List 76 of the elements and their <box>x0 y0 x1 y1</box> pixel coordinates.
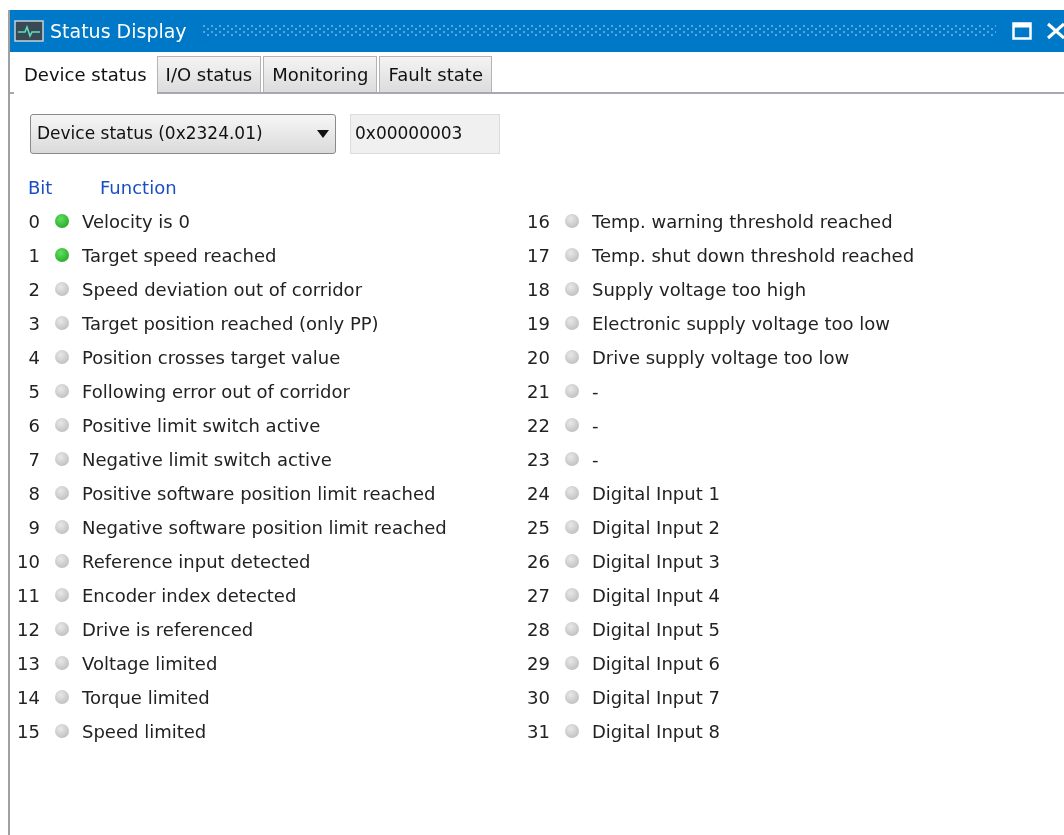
tab[interactable]: Fault state <box>379 56 492 92</box>
bit-function: Digital Input 6 <box>592 651 720 676</box>
bit-function: Digital Input 1 <box>592 481 720 506</box>
bit-number: 20 <box>526 345 551 370</box>
bit-function: Speed deviation out of corridor <box>82 277 363 302</box>
bit-number: 5 <box>27 379 41 404</box>
bit-number: 11 <box>16 583 41 608</box>
bit-function: Digital Input 4 <box>592 583 720 608</box>
bit-function: Torque limited <box>82 685 210 710</box>
bit-number: 17 <box>526 243 551 268</box>
bit-function: - <box>592 379 599 404</box>
bit-function: Digital Input 2 <box>592 515 720 540</box>
bit-number: 15 <box>16 719 41 744</box>
bit-function: Negative limit switch active <box>82 447 332 472</box>
bit-number: 12 <box>16 617 41 642</box>
bit-number: 7 <box>27 447 41 472</box>
bit-function: Supply voltage too high <box>592 277 807 302</box>
maximize-icon[interactable] <box>1012 22 1032 40</box>
tab[interactable]: Monitoring <box>263 56 378 92</box>
bit-number: 21 <box>526 379 551 404</box>
bit-function: Voltage limited <box>82 651 218 676</box>
bit-function: Negative software position limit reached <box>82 515 447 540</box>
bit-function: Drive is referenced <box>82 617 254 642</box>
bit-function: Target position reached (only PP) <box>82 311 379 336</box>
bit-number: 23 <box>526 447 551 472</box>
window-title: Status Display <box>50 18 187 44</box>
bit-number: 1 <box>27 243 41 268</box>
bit-function: Temp. shut down threshold reached <box>592 243 915 268</box>
bit-function: Target speed reached <box>82 243 277 268</box>
bit-number: 26 <box>526 549 551 574</box>
bit-number: 29 <box>526 651 551 676</box>
bit-number: 19 <box>526 311 551 336</box>
bit-number: 16 <box>526 209 551 234</box>
bit-function: - <box>592 413 599 438</box>
bit-number: 18 <box>526 277 551 302</box>
bit-number: 10 <box>16 549 41 574</box>
hex-value-field: 0x00000003 <box>350 114 500 154</box>
bit-function: Drive supply voltage too low <box>592 345 850 370</box>
bit-number: 24 <box>526 481 551 506</box>
bit-function: - <box>592 447 599 472</box>
bit-number: 25 <box>526 515 551 540</box>
bit-function: Positive software position limit reached <box>82 481 436 506</box>
register-dropdown[interactable]: Device status (0x2324.01) <box>30 114 336 154</box>
bit-number: 3 <box>27 311 41 336</box>
bit-function: Digital Input 5 <box>592 617 720 642</box>
column-header: Bit <box>28 176 54 200</box>
bit-function: Encoder index detected <box>82 583 297 608</box>
monitor-icon <box>14 20 44 42</box>
bit-number: 8 <box>27 481 41 506</box>
bit-function: Velocity is 0 <box>82 209 190 234</box>
bit-function: Digital Input 7 <box>592 685 720 710</box>
column-header: Function <box>100 176 177 200</box>
bit-number: 22 <box>526 413 551 438</box>
bit-number: 0 <box>27 209 41 234</box>
bit-number: 31 <box>526 719 551 744</box>
bit-function: Positive limit switch active <box>82 413 321 438</box>
bit-function: Speed limited <box>82 719 207 744</box>
bit-function: Electronic supply voltage too low <box>592 311 890 336</box>
bit-number: 27 <box>526 583 551 608</box>
bit-function: Following error out of corridor <box>82 379 350 404</box>
close-icon[interactable] <box>1046 22 1064 40</box>
bit-function: Digital Input 3 <box>592 549 720 574</box>
bit-function: Reference input detected <box>82 549 311 574</box>
caret-icon <box>317 130 329 138</box>
bit-number: 14 <box>16 685 41 710</box>
bit-number: 6 <box>27 413 41 438</box>
bit-number: 9 <box>27 515 41 540</box>
bit-number: 2 <box>27 277 41 302</box>
tab[interactable]: I/O status <box>156 56 262 92</box>
bit-function: Temp. warning threshold reached <box>592 209 893 234</box>
bit-function: Position crosses target value <box>82 345 341 370</box>
bit-number: 13 <box>16 651 41 676</box>
bit-number: 30 <box>526 685 551 710</box>
bit-number: 4 <box>27 345 41 370</box>
bit-function: Digital Input 8 <box>592 719 720 744</box>
bit-number: 28 <box>526 617 551 642</box>
